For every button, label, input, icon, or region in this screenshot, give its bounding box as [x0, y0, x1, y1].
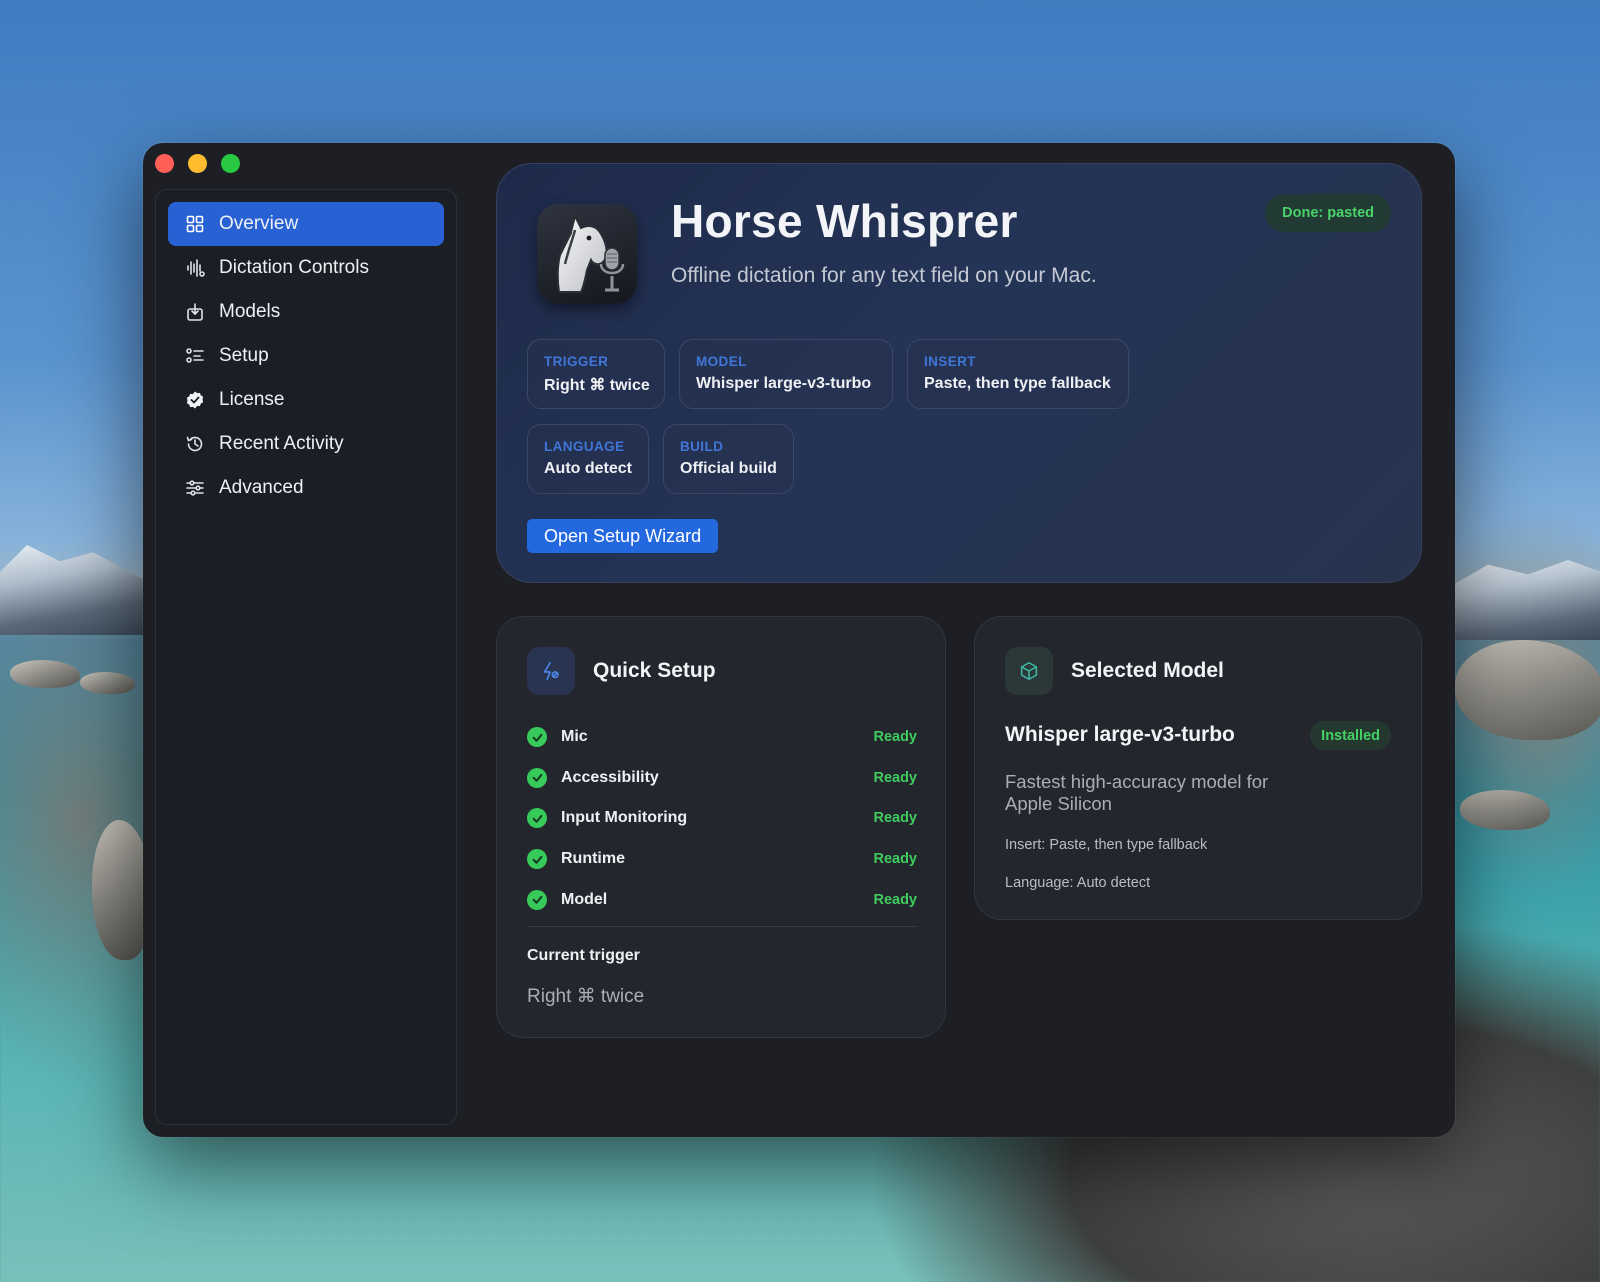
sidebar-item-setup[interactable]: Setup — [168, 334, 444, 378]
item-name: Mic — [561, 728, 588, 746]
item-name: Runtime — [561, 850, 625, 868]
chip-label: INSERT — [924, 354, 976, 369]
item-name: Input Monitoring — [561, 809, 688, 827]
sidebar-item-advanced[interactable]: Advanced — [168, 466, 444, 510]
quick-setup-card: Quick Setup Mic Ready Accessibility Read… — [496, 616, 946, 1038]
open-setup-wizard-button[interactable]: Open Setup Wizard — [527, 519, 719, 553]
chip-value: Paste, then type fallback — [924, 375, 1111, 392]
verified-badge-icon — [184, 389, 206, 411]
chip-value: Whisper large-v3-turbo — [696, 375, 872, 392]
bolt-icon — [527, 647, 575, 695]
selected-model-card: Selected Model Whisper large-v3-turbo In… — [974, 616, 1422, 920]
sliders-icon — [184, 477, 206, 499]
item-state: Ready — [873, 810, 917, 827]
current-trigger-value: Right ⌘ twice — [527, 986, 645, 1007]
card-header: Quick Setup — [527, 647, 716, 695]
item-name: Model — [561, 890, 608, 908]
cube-icon — [1005, 647, 1053, 695]
wallpaper-mountain-right — [1440, 560, 1600, 640]
model-name: Whisper large-v3-turbo — [1005, 723, 1235, 746]
model-insert-info: Insert: Paste, then type fallback — [1005, 837, 1208, 853]
sidebar-item-label: Recent Activity — [219, 433, 344, 454]
waveform-icon — [184, 257, 206, 279]
grid-icon — [184, 213, 206, 235]
item-name: Accessibility — [561, 768, 659, 786]
item-state: Ready — [873, 769, 917, 786]
chip-label: LANGUAGE — [544, 439, 625, 454]
sidebar-item-label: Advanced — [219, 477, 304, 498]
list-item: Input Monitoring Ready — [527, 798, 917, 839]
chip-value: Official build — [680, 460, 777, 477]
item-state: Ready — [873, 851, 917, 868]
language-chip: LANGUAGE Auto detect — [527, 424, 649, 494]
sidebar-item-dictation-controls[interactable]: Dictation Controls — [168, 246, 444, 290]
list-item: Accessibility Ready — [527, 758, 917, 799]
model-chip: MODEL Whisper large-v3-turbo — [679, 339, 893, 409]
horse-microphone-icon — [537, 204, 637, 304]
chip-label: BUILD — [680, 439, 724, 454]
wallpaper-mountain-left — [0, 545, 150, 635]
list-item: Model Ready — [527, 879, 917, 920]
quick-setup-list: Mic Ready Accessibility Ready Input Moni… — [527, 717, 917, 920]
sidebar-item-label: Models — [219, 301, 281, 322]
list-item: Mic Ready — [527, 717, 917, 758]
wallpaper-rock — [1460, 790, 1550, 830]
list-item: Runtime Ready — [527, 839, 917, 880]
wallpaper-rock — [1455, 640, 1600, 740]
check-circle-icon — [527, 849, 547, 870]
chip-value: Right ⌘ twice — [544, 377, 650, 394]
zoom-window-button[interactable] — [221, 154, 240, 173]
minimize-window-button[interactable] — [188, 154, 207, 173]
check-circle-icon — [527, 727, 547, 748]
current-trigger-label: Current trigger — [527, 947, 640, 964]
app-subtitle: Offline dictation for any text field on … — [671, 264, 1097, 287]
chip-label: MODEL — [696, 354, 747, 369]
installed-badge: Installed — [1310, 721, 1391, 750]
wallpaper-rock — [80, 672, 135, 694]
chip-label: TRIGGER — [544, 354, 609, 369]
sidebar-item-label: Dictation Controls — [219, 257, 369, 278]
checklist-icon — [184, 345, 206, 367]
sidebar-item-label: License — [219, 389, 285, 410]
sidebar: Overview Dictation Controls Models Setup… — [155, 189, 457, 1125]
chip-value: Auto detect — [544, 460, 632, 477]
item-state: Ready — [873, 891, 917, 908]
divider — [527, 926, 917, 927]
model-language-info: Language: Auto detect — [1005, 875, 1151, 891]
insert-chip: INSERT Paste, then type fallback — [907, 339, 1129, 409]
sidebar-item-label: Overview — [219, 213, 299, 234]
overview-hero-card: Horse Whisprer Offline dictation for any… — [496, 163, 1422, 583]
item-state: Ready — [873, 729, 917, 746]
download-box-icon — [184, 301, 206, 323]
check-circle-icon — [527, 889, 547, 910]
sidebar-item-recent-activity[interactable]: Recent Activity — [168, 422, 444, 466]
card-header: Selected Model — [1005, 647, 1224, 695]
card-title: Quick Setup — [593, 659, 716, 682]
sidebar-item-models[interactable]: Models — [168, 290, 444, 334]
check-circle-icon — [527, 767, 547, 788]
trigger-chip: TRIGGER Right ⌘ twice — [527, 339, 665, 409]
history-clock-icon — [184, 433, 206, 455]
app-title: Horse Whisprer — [671, 195, 1018, 247]
model-description: Fastest high-accuracy model for Apple Si… — [1005, 771, 1269, 814]
sidebar-item-overview[interactable]: Overview — [168, 202, 444, 246]
sidebar-item-license[interactable]: License — [168, 378, 444, 422]
card-title: Selected Model — [1071, 659, 1224, 682]
window-controls — [155, 154, 240, 173]
check-circle-icon — [527, 808, 547, 829]
close-window-button[interactable] — [155, 154, 174, 173]
status-badge: Done: pasted — [1265, 194, 1391, 232]
wallpaper-rock — [10, 660, 80, 688]
build-chip: BUILD Official build — [663, 424, 794, 494]
sidebar-item-label: Setup — [219, 345, 269, 366]
